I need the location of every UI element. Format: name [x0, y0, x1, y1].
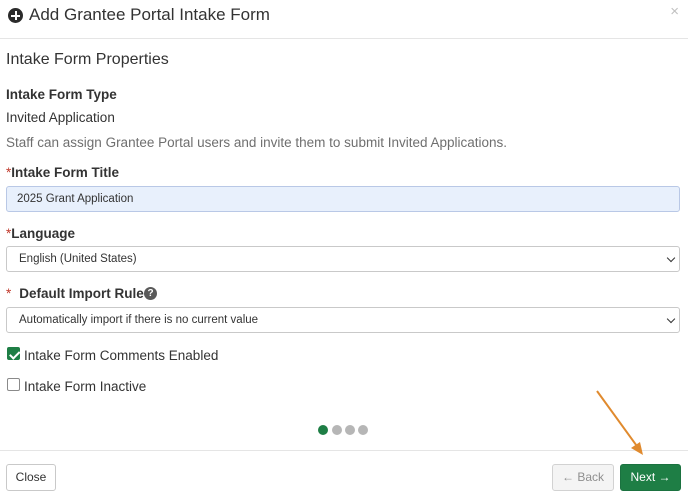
annotation-arrow-shaft — [596, 390, 640, 450]
help-icon[interactable]: ? — [144, 287, 157, 300]
title-field-label: *Intake Form Title — [6, 165, 119, 180]
back-button[interactable]: ← Back — [552, 464, 614, 491]
arrow-left-icon: ← — [561, 470, 574, 484]
import-rule-label: * Default Import Rule — [6, 286, 144, 301]
comments-enabled-checkbox[interactable] — [7, 347, 20, 360]
language-field-label-text: Language — [11, 226, 76, 241]
annotation-arrow-icon — [596, 390, 643, 455]
chevron-down-icon — [666, 253, 676, 263]
close-icon[interactable]: × — [670, 3, 679, 20]
chevron-down-icon — [666, 314, 676, 324]
form-inactive-label[interactable]: Intake Form Inactive — [24, 379, 146, 394]
modal-header: Add Grantee Portal Intake Form × — [0, 0, 688, 39]
form-type-help-text: Staff can assign Grantee Portal users an… — [6, 135, 508, 150]
close-button[interactable]: Close — [6, 464, 56, 491]
title-field-label-text: Intake Form Title — [11, 165, 120, 180]
import-rule-select-value: Automatically import if there is no curr… — [19, 314, 259, 326]
modal-footer: Close ← Back Next → — [0, 450, 688, 498]
import-rule-select[interactable]: Automatically import if there is no curr… — [6, 307, 680, 333]
step-dot-4 — [358, 425, 368, 435]
modal-title: Add Grantee Portal Intake Form — [29, 5, 270, 24]
form-type-label: Intake Form Type — [6, 87, 117, 102]
section-title: Intake Form Properties — [6, 51, 169, 68]
language-field-label: *Language — [6, 226, 75, 241]
intake-form-title-input[interactable]: 2025 Grant Application — [6, 186, 680, 212]
next-button[interactable]: Next → — [620, 464, 681, 491]
next-button-label: Next — [630, 470, 656, 484]
step-dot-1 — [318, 425, 328, 435]
form-inactive-checkbox[interactable] — [7, 378, 20, 391]
arrow-right-icon: → — [658, 470, 671, 484]
back-button-label: Back — [577, 470, 605, 484]
form-type-value: Invited Application — [6, 110, 115, 125]
language-select-value: English (United States) — [19, 253, 137, 265]
import-rule-label-text: Default Import Rule — [19, 286, 144, 301]
step-dot-3 — [345, 425, 355, 435]
required-marker: * — [6, 286, 12, 301]
comments-enabled-label[interactable]: Intake Form Comments Enabled — [24, 348, 218, 363]
annotation-arrow-head — [631, 442, 643, 455]
language-select[interactable]: English (United States) — [6, 246, 680, 272]
plus-circle-icon — [8, 8, 23, 23]
step-dot-2 — [332, 425, 342, 435]
